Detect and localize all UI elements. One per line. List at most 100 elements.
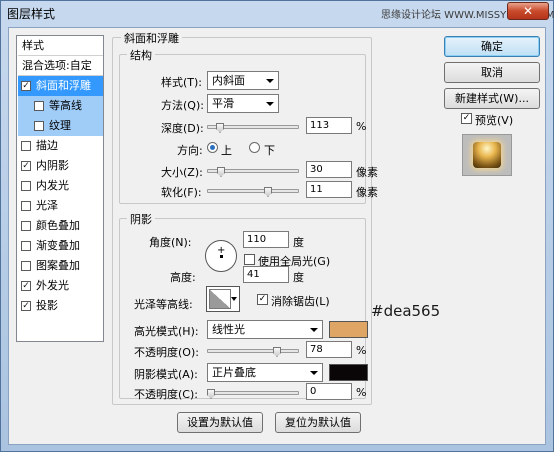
shading-title: 阴影 [127,211,155,227]
style-checkbox[interactable] [21,241,31,251]
altitude-label: 高度: [170,271,196,284]
check-icon: ✓ [462,113,471,123]
slider-thumb[interactable] [216,123,224,133]
shadow-mode-select[interactable]: 正片叠底 [207,363,323,382]
ok-button[interactable]: 确定 [444,36,540,57]
style-list-item[interactable]: 混合选项:自定 [18,56,103,76]
style-list-label: 混合选项:自定 [22,59,92,72]
style-list-label: 内发光 [36,179,69,192]
size-label: 大小(Z): [161,166,203,179]
antialias-label: 消除锯齿(L) [271,295,330,308]
style-list-item[interactable]: 样式 [18,36,103,56]
chevron-down-icon [310,371,318,375]
slider-thumb[interactable] [217,167,225,177]
shadow-opacity-unit: % [356,386,367,399]
shadow-opacity-slider[interactable] [207,388,299,399]
highlight-color-swatch[interactable] [329,321,368,338]
style-list-item[interactable]: 等高线 [18,96,103,116]
angle-input[interactable]: 110 [243,231,289,248]
shadow-color-swatch[interactable] [329,364,368,381]
set-default-button[interactable]: 设置为默认值 [177,412,263,433]
depth-slider[interactable] [207,122,299,133]
style-list-item[interactable]: ✓ 内阴影 [18,156,103,176]
style-checkbox[interactable] [21,181,31,191]
preview-label: 预览(V) [475,114,514,127]
style-checkbox[interactable] [21,261,31,271]
direction-down-radio[interactable] [249,142,260,153]
depth-label: 深度(D): [161,122,204,135]
style-checkbox[interactable] [34,121,44,131]
reset-default-button[interactable]: 复位为默认值 [275,412,361,433]
style-list-label: 内阴影 [36,159,69,172]
style-checkbox[interactable]: ✓ [21,301,31,311]
altitude-unit: 度 [293,271,304,284]
bevel-style-value: 内斜面 [212,74,245,87]
style-list-label: 图案叠加 [36,259,80,272]
depth-input[interactable]: 113 [306,117,352,134]
gloss-contour-label: 光泽等高线: [134,298,193,311]
style-list-item[interactable]: 颜色叠加 [18,216,103,236]
soften-input[interactable]: 11 [306,181,352,198]
shadow-mode-value: 正片叠底 [212,366,256,379]
soften-slider[interactable] [207,186,299,197]
style-checkbox[interactable] [21,201,31,211]
shadow-mode-label: 阴影模式(A): [134,368,198,381]
slider-thumb[interactable] [273,347,281,357]
style-list-item[interactable]: ✓ 外发光 [18,276,103,296]
slider-thumb[interactable] [264,187,272,197]
size-unit: 像素 [356,166,378,179]
soften-label: 软化(F): [161,186,202,199]
close-button[interactable]: ✕ [507,2,549,20]
size-slider[interactable] [207,166,299,177]
bevel-group-title: 斜面和浮雕 [121,30,182,46]
global-light-checkbox[interactable] [244,254,255,265]
style-list-label: 光泽 [36,199,58,212]
style-checkbox[interactable]: ✓ [21,281,31,291]
highlight-opacity-unit: % [356,344,367,357]
size-input[interactable]: 30 [306,161,352,178]
soften-unit: 像素 [356,186,378,199]
technique-label: 方法(Q): [161,99,204,112]
style-list-item[interactable]: 纹理 [18,116,103,136]
highlight-mode-select[interactable]: 线性光 [207,320,323,339]
style-list-label: 外发光 [36,279,69,292]
style-checkbox[interactable] [34,101,44,111]
direction-up-radio[interactable] [207,142,218,153]
angle-dial[interactable]: + [205,240,237,272]
direction-label: 方向: [177,144,203,157]
slider-thumb[interactable] [207,389,215,399]
slider-track [207,349,299,353]
style-list-label: 纹理 [49,119,71,132]
altitude-input[interactable]: 41 [243,266,289,283]
gloss-contour-picker[interactable] [206,286,240,312]
style-list-label: 等高线 [49,99,82,112]
bevel-style-select[interactable]: 内斜面 [207,71,279,90]
style-checkbox[interactable] [21,141,31,151]
style-list-item[interactable]: 渐变叠加 [18,236,103,256]
style-checkbox[interactable] [21,221,31,231]
highlight-opacity-slider[interactable] [207,346,299,357]
chevron-down-icon [266,79,274,83]
title-bar[interactable]: 图层样式 思缘设计论坛 WWW.MISSYUAN.COM ✕ [1,1,554,23]
style-list-item[interactable]: 图案叠加 [18,256,103,276]
shadow-opacity-input[interactable]: 0 [306,383,352,400]
technique-select[interactable]: 平滑 [207,94,279,113]
style-list-label: 样式 [22,39,44,52]
preview-checkbox[interactable]: ✓ [461,113,472,124]
style-list-label: 渐变叠加 [36,239,80,252]
highlight-opacity-input[interactable]: 78 [306,341,352,358]
style-list-item[interactable]: ✓ 投影 [18,296,103,316]
style-list-item[interactable]: 描边 [18,136,103,156]
new-style-button[interactable]: 新建样式(W)... [444,88,540,109]
preview-swatch [473,142,501,168]
style-list-item[interactable]: 光泽 [18,196,103,216]
style-checkbox[interactable]: ✓ [21,161,31,171]
style-checkbox[interactable]: ✓ [21,81,31,91]
style-list-item[interactable]: ✓ 斜面和浮雕 [18,76,103,96]
style-list-item[interactable]: 内发光 [18,176,103,196]
antialias-checkbox[interactable]: ✓ [257,294,268,305]
slider-track [207,391,299,395]
layer-style-dialog: 图层样式 思缘设计论坛 WWW.MISSYUAN.COM ✕ 样式混合选项:自定… [0,0,554,452]
window-title: 图层样式 [7,7,56,21]
cancel-button[interactable]: 取消 [444,62,540,83]
